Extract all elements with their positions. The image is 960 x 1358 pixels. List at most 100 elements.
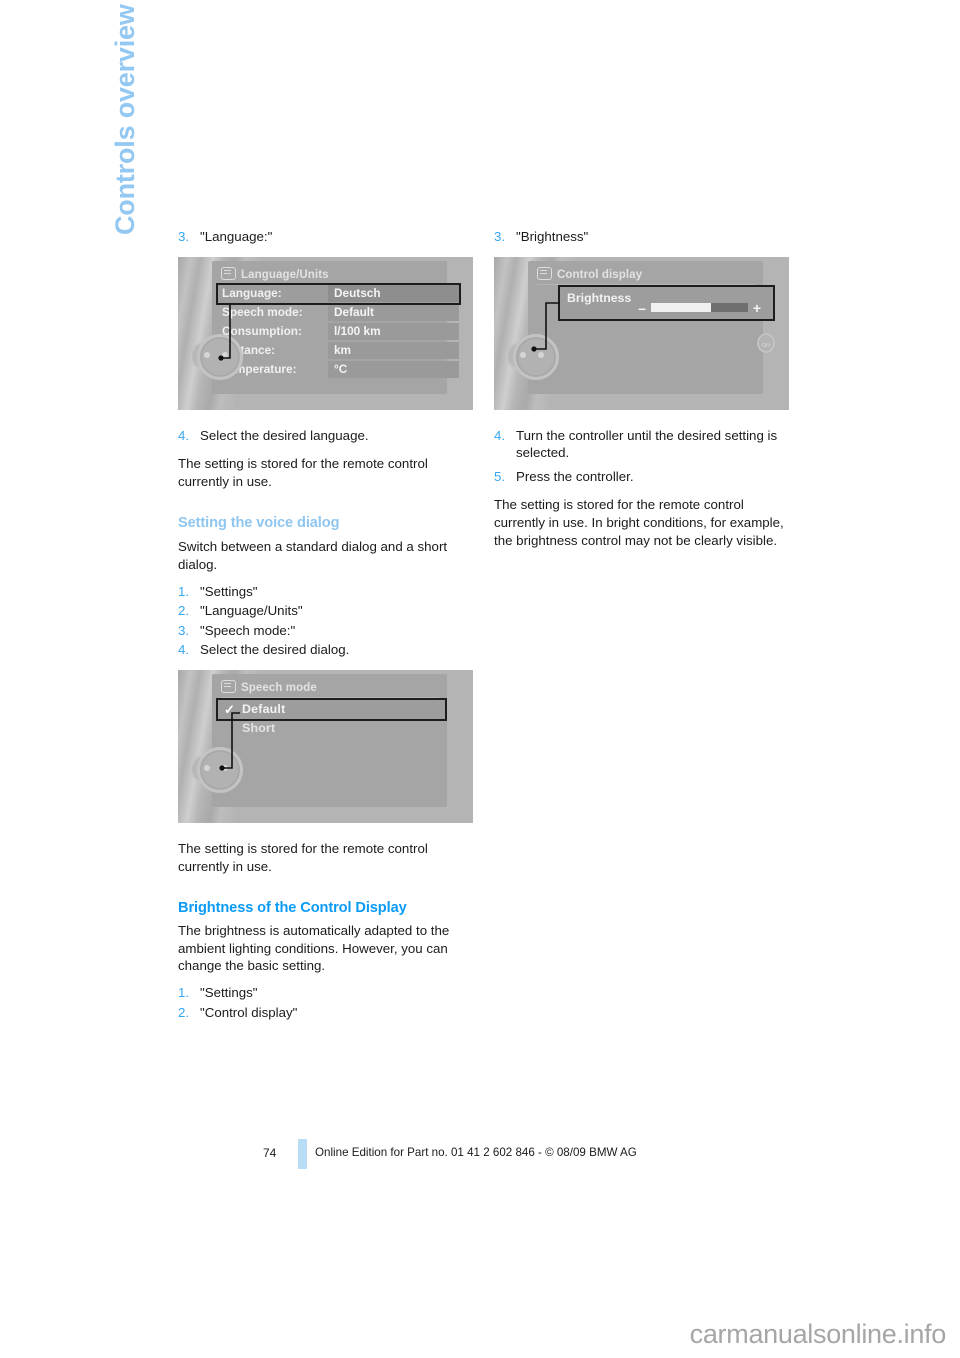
menu-badge-icon (537, 266, 552, 280)
right-column: 3. "Brightness" Control display Brightne… (494, 228, 790, 549)
screen-title-text: Speech mode (241, 681, 317, 694)
chapter-tab-label: Controls overview (110, 4, 140, 235)
knob-dot-right (222, 351, 228, 358)
step-text: "Language:" (200, 229, 273, 244)
title-divider (221, 696, 439, 698)
menu-row-language: Language: Deutsch (216, 282, 461, 305)
figure-control-display: Control display Brightness – + on (494, 256, 789, 410)
speech-mode-list: ✓ Default Short (216, 697, 447, 738)
footer-accent-bar (298, 1139, 307, 1169)
voice-step-4: 4. Select the desired dialog. (178, 641, 474, 659)
row-label: Speech mode: (222, 304, 303, 319)
minus-icon: – (638, 299, 646, 316)
idrive-controller-icon (506, 333, 559, 380)
screen-title: Speech mode (221, 679, 441, 696)
screen-title-text: Language/Units (241, 268, 329, 281)
step-text: Select the desired language. (200, 427, 369, 443)
row-value: l/100 km (328, 323, 459, 341)
idrive-controller-icon (190, 746, 243, 793)
menu-row-speech-mode: Speech mode: Default (218, 304, 459, 322)
left-column: 3. "Language:" Language/Units Language: (178, 228, 474, 1023)
left-step-3-list: 3. "Language:" (178, 228, 474, 246)
plus-icon: + (752, 299, 762, 316)
brightness-step-2: 2. "Control display" (178, 1004, 474, 1022)
menu-badge-icon (221, 679, 236, 693)
voice-steps-list: 1. "Settings" 2. "Language/Units" 3. "Sp… (178, 583, 474, 659)
menu-row-distance: Distance: km (218, 342, 459, 360)
right-step-3: 3. "Brightness" (494, 228, 790, 246)
check-icon: ✓ (224, 701, 235, 717)
step-text: "Settings" (200, 583, 258, 599)
site-watermark: carmanualsonline.info (689, 1319, 947, 1349)
heading-brightness-control-display: Brightness of the Control Display (178, 900, 407, 917)
row-value: Default (328, 304, 459, 322)
row-value: km (328, 342, 459, 360)
right-step-4: 4. Turn the controller until the desired… (494, 427, 790, 462)
step-text: Press the controller. (516, 468, 634, 484)
footer-credit: Online Edition for Part no. 01 41 2 602 … (315, 1146, 637, 1159)
step-number: 4. (178, 427, 190, 443)
paragraph-stored-remote-3: The setting is stored for the remote con… (494, 497, 784, 548)
paragraph-voice-intro: Switch between a standard dialog and a s… (178, 539, 448, 572)
brightness-label: Brightness (567, 290, 632, 305)
speech-mode-item-default: ✓ Default (216, 697, 447, 721)
menu-row-temperature: Temperature: °C (218, 361, 459, 379)
left-step-4: 4. Select the desired language. (178, 427, 474, 445)
step-number: 4. (494, 427, 506, 443)
step-number: 3. (178, 229, 190, 244)
screen-title: Control display (537, 266, 757, 283)
step-number: 3. (494, 229, 506, 244)
screen-title-text: Control display (557, 268, 643, 281)
idrive-screen: Control display (528, 260, 763, 394)
slider-fill (651, 303, 712, 313)
paragraph-brightness-intro: The brightness is automatically adapted … (178, 923, 450, 974)
brightness-step-1: 1. "Settings" (178, 984, 474, 1002)
step-number: 1. (178, 984, 190, 1000)
speech-mode-item-short: Short (218, 719, 445, 738)
right-steps-list: 4. Turn the controller until the desired… (494, 427, 790, 486)
step-number: 1. (178, 583, 190, 599)
right-step-3-list: 3. "Brightness" (494, 228, 790, 246)
step-number: 5. (494, 468, 506, 484)
right-step-5: 5. Press the controller. (494, 468, 790, 486)
page-footer: 74 Online Edition for Part no. 01 41 2 6… (178, 1139, 798, 1171)
title-divider (537, 283, 755, 285)
knob-dot-left (520, 351, 526, 358)
brightness-steps-list: 1. "Settings" 2. "Control display" (178, 984, 474, 1021)
left-step-4-list: 4. Select the desired language. (178, 427, 474, 445)
left-step-3: 3. "Language:" (178, 228, 474, 246)
item-label: Default (242, 701, 286, 716)
step-number: 2. (178, 603, 190, 619)
brightness-slider: – + (636, 299, 763, 316)
manual-page: Controls overview 3. "Language:" Languag… (0, 0, 960, 1358)
voice-step-3: 3. "Speech mode:" (178, 622, 474, 640)
brightness-setting-box: Brightness – + (558, 284, 775, 321)
menu-badge-icon (221, 266, 236, 280)
step-text: "Speech mode:" (200, 622, 296, 638)
step-number: 3. (178, 622, 190, 638)
knob-dot-right (222, 764, 228, 771)
voice-step-1: 1. "Settings" (178, 583, 474, 601)
step-text: Select the desired dialog. (200, 642, 350, 658)
knob-dot-left (204, 351, 210, 358)
row-label: Language: (222, 285, 282, 300)
paragraph-stored-remote-2: The setting is stored for the remote con… (178, 840, 428, 874)
item-label: Short (242, 720, 276, 735)
step-text: "Brightness" (516, 229, 589, 244)
slider-track (651, 303, 748, 313)
step-text: "Language/Units" (200, 603, 303, 619)
figure-language-units: Language/Units Language: Deutsch Speech … (178, 256, 473, 410)
step-text: Turn the controller until the desired se… (516, 427, 778, 461)
idrive-screen: Speech mode (212, 673, 447, 807)
row-value: °C (328, 361, 459, 379)
knob-dot-right (538, 351, 544, 358)
screen-title: Language/Units (221, 266, 441, 283)
voice-step-2: 2. "Language/Units" (178, 602, 474, 620)
step-text: "Settings" (200, 984, 258, 1000)
row-value: Deutsch (328, 285, 459, 303)
idrive-controller-icon (190, 333, 243, 380)
step-number: 2. (178, 1004, 190, 1020)
step-number: 4. (178, 642, 190, 658)
page-number: 74 (263, 1146, 277, 1160)
heading-setting-voice-dialog: Setting the voice dialog (178, 515, 340, 532)
